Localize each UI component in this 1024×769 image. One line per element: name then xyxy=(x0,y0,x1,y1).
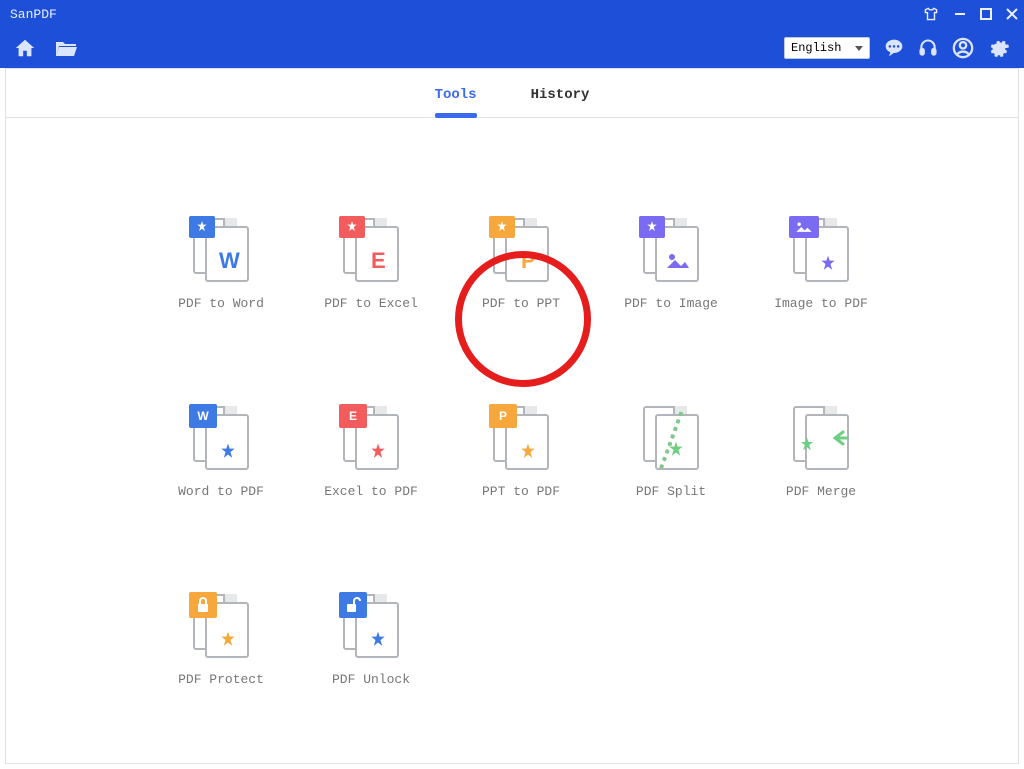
tool-ppt-to-pdf[interactable]: P PPT to PDF xyxy=(486,406,556,499)
ppt-to-pdf-icon: P xyxy=(493,406,549,470)
gear-icon[interactable] xyxy=(988,37,1010,59)
tool-label: PDF Unlock xyxy=(332,672,410,687)
tool-pdf-unlock[interactable]: PDF Unlock xyxy=(336,594,406,687)
tool-pdf-merge[interactable]: PDF Merge xyxy=(786,406,856,499)
app-title: SanPDF xyxy=(10,7,57,22)
tool-pdf-to-image[interactable]: PDF to Image xyxy=(636,218,706,311)
tool-label: PDF Protect xyxy=(178,672,264,687)
maximize-icon[interactable] xyxy=(980,8,992,20)
tab-history[interactable]: History xyxy=(531,87,590,117)
tool-label: PDF Merge xyxy=(786,484,856,499)
tool-label: PDF to Image xyxy=(624,296,718,311)
toolbar: English xyxy=(0,28,1024,68)
tools-grid: W PDF to Word E PDF to Excel xyxy=(6,118,1018,687)
language-select[interactable]: English xyxy=(784,37,870,59)
tool-pdf-to-word[interactable]: W PDF to Word xyxy=(186,218,256,311)
tool-pdf-to-ppt[interactable]: P PDF to PPT xyxy=(486,218,556,311)
tab-tools[interactable]: Tools xyxy=(435,87,477,117)
close-icon[interactable] xyxy=(1006,8,1018,20)
titlebar: SanPDF xyxy=(0,0,1024,28)
pdf-protect-icon xyxy=(193,594,249,658)
pdf-unlock-icon xyxy=(343,594,399,658)
tool-image-to-pdf[interactable]: Image to PDF xyxy=(786,218,856,311)
minimize-icon[interactable] xyxy=(954,8,966,20)
tool-label: Word to PDF xyxy=(178,484,264,499)
account-icon[interactable] xyxy=(952,37,974,59)
pdf-split-icon xyxy=(643,406,699,470)
tool-label: PPT to PDF xyxy=(482,484,560,499)
tool-excel-to-pdf[interactable]: E Excel to PDF xyxy=(336,406,406,499)
tool-label: PDF to Word xyxy=(178,296,264,311)
word-to-pdf-icon: W xyxy=(193,406,249,470)
chat-icon[interactable] xyxy=(884,38,904,58)
language-select-value: English xyxy=(791,41,841,55)
tool-pdf-split[interactable]: PDF Split xyxy=(636,406,706,499)
pdf-to-image-icon xyxy=(643,218,699,282)
tool-label: Image to PDF xyxy=(774,296,868,311)
image-to-pdf-icon xyxy=(793,218,849,282)
tool-label: PDF Split xyxy=(636,484,706,499)
headset-icon[interactable] xyxy=(918,38,938,58)
tool-label: PDF to Excel xyxy=(324,296,418,311)
tool-label: Excel to PDF xyxy=(324,484,418,499)
pdf-to-ppt-icon: P xyxy=(493,218,549,282)
tab-history-label: History xyxy=(531,87,590,103)
open-folder-icon[interactable] xyxy=(54,38,78,58)
pdf-to-excel-icon: E xyxy=(343,218,399,282)
tool-pdf-protect[interactable]: PDF Protect xyxy=(186,594,256,687)
tabs: Tools History xyxy=(6,69,1018,118)
content-panel: Tools History W PDF to Word xyxy=(5,68,1019,764)
tab-tools-label: Tools xyxy=(435,87,477,103)
chevron-down-icon xyxy=(855,46,863,51)
tool-pdf-to-excel[interactable]: E PDF to Excel xyxy=(336,218,406,311)
pdf-to-word-icon: W xyxy=(193,218,249,282)
tool-word-to-pdf[interactable]: W Word to PDF xyxy=(186,406,256,499)
pdf-merge-icon xyxy=(793,406,849,470)
shirt-icon[interactable] xyxy=(922,7,940,21)
tool-label: PDF to PPT xyxy=(482,296,560,311)
home-icon[interactable] xyxy=(14,37,36,59)
excel-to-pdf-icon: E xyxy=(343,406,399,470)
